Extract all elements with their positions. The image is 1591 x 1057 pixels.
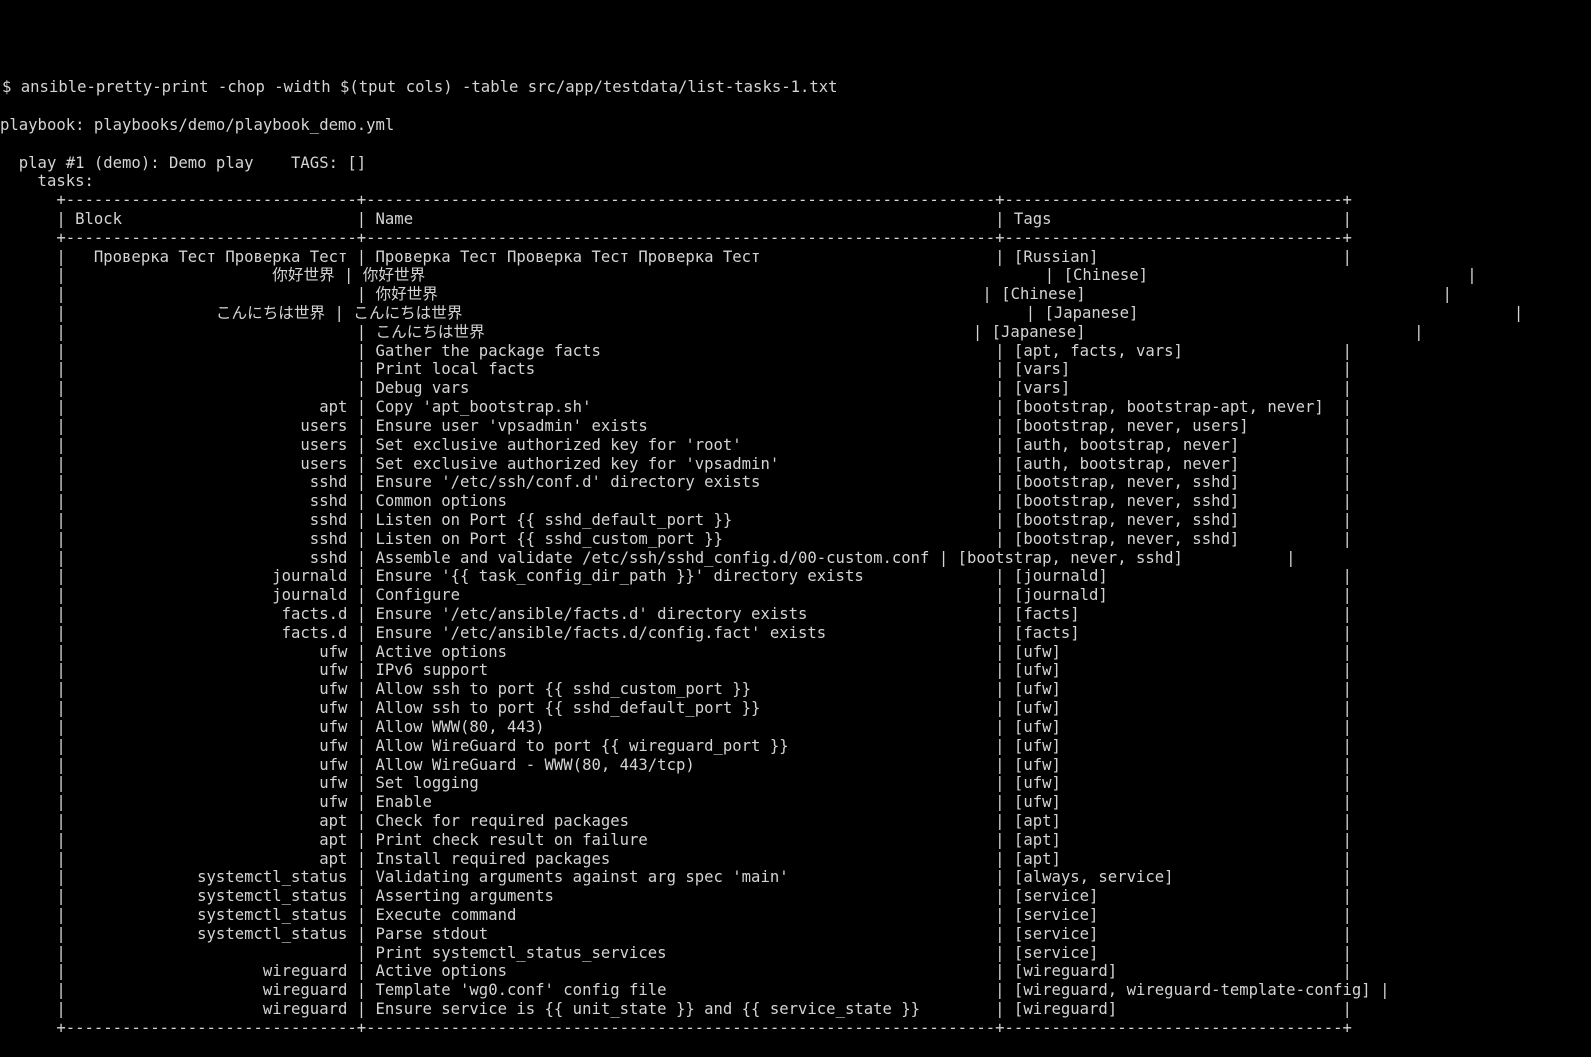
table-row: | systemctl_status | Execute command | [… bbox=[0, 906, 1352, 924]
table-row: | ufw | Enable | [ufw] | bbox=[0, 793, 1352, 812]
table-row: | こんにちは世界 | こんにちは世界 | [Japanese] | bbox=[0, 304, 1524, 322]
table-row: | apt | Check for required packages | [a… bbox=[0, 811, 1352, 830]
table-row: | | Gather the package facts | [apt, fac… bbox=[0, 341, 1352, 360]
table-border-line: +-------------------------------+-------… bbox=[0, 1018, 1352, 1037]
table-row: | users | Set exclusive authorized key f… bbox=[0, 435, 1352, 454]
table-row: | sshd | Ensure '/etc/ssh/conf.d' direct… bbox=[0, 473, 1352, 492]
table-header-row: | Block | Name | Tags | bbox=[0, 209, 1352, 228]
table-row: | | Debug vars | [vars] | bbox=[0, 379, 1352, 398]
table-row: | wireguard | Ensure service is {{ unit_… bbox=[0, 1000, 1352, 1019]
table-row: | systemctl_status | Parse stdout | [ser… bbox=[0, 924, 1352, 943]
table-row: | users | Set exclusive authorized key f… bbox=[0, 454, 1352, 473]
table-row: | facts.d | Ensure '/etc/ansible/facts.d… bbox=[0, 605, 1352, 623]
table-border-line: +-------------------------------+-------… bbox=[0, 228, 1352, 247]
table-row: | sshd | Common options | [bootstrap, ne… bbox=[0, 492, 1352, 511]
table-row: | users | Ensure user 'vpsadmin' exists … bbox=[0, 416, 1352, 435]
table-row: | apt | Copy 'apt_bootstrap.sh' | [boots… bbox=[0, 398, 1352, 417]
table-row: | journald | Configure | [journald] | bbox=[0, 586, 1352, 605]
terminal-text-line: playbook: playbooks/demo/playbook_demo.y… bbox=[0, 115, 395, 134]
table-row: | ufw | Set logging | [ufw] | bbox=[0, 774, 1352, 793]
table-row: | sshd | Assemble and validate /etc/ssh/… bbox=[0, 548, 1296, 567]
terminal-output-area: $ ansible-pretty-print -chop -width $(tp… bbox=[0, 78, 1591, 1037]
table-row: | facts.d | Ensure '/etc/ansible/facts.d… bbox=[0, 623, 1352, 642]
table-border-line: +-------------------------------+-------… bbox=[0, 191, 1352, 210]
table-row: | | Print local facts | [vars] | bbox=[0, 360, 1352, 379]
table-row: | systemctl_status | Validating argument… bbox=[0, 868, 1352, 887]
table-row: | journald | Ensure '{{ task_config_dir_… bbox=[0, 567, 1352, 586]
terminal-text-line: play #1 (demo): Demo play TAGS: [] bbox=[0, 153, 367, 172]
table-row: | apt | Print check result on failure | … bbox=[0, 830, 1352, 849]
table-row: | 你好世界 | 你好世界 | [Chinese] | bbox=[0, 266, 1477, 285]
table-row: | systemctl_status | Asserting arguments… bbox=[0, 887, 1352, 906]
table-row: | apt | Install required packages | [apt… bbox=[0, 849, 1352, 868]
table-row: | wireguard | Template 'wg0.conf' config… bbox=[0, 981, 1390, 1000]
table-row: | ufw | Allow ssh to port {{ sshd_custom… bbox=[0, 680, 1352, 699]
table-row: | wireguard | Active options | [wireguar… bbox=[0, 962, 1352, 981]
table-row: | sshd | Listen on Port {{ sshd_custom_p… bbox=[0, 529, 1352, 548]
terminal-top-padding bbox=[0, 38, 1591, 41]
table-row: | ufw | Allow ssh to port {{ sshd_defaul… bbox=[0, 699, 1352, 718]
terminal-prompt-line: $ ansible-pretty-print -chop -width $(tp… bbox=[2, 78, 838, 97]
table-row: | ufw | IPv6 support | [ufw] | bbox=[0, 661, 1352, 680]
table-row: | ufw | Allow WireGuard - WWW(80, 443/tc… bbox=[0, 755, 1352, 774]
table-row: | Проверка Тест Проверка Тест | Проверка… bbox=[0, 247, 1352, 266]
table-row: | | Print systemctl_status_services | [s… bbox=[0, 943, 1352, 962]
terminal-window[interactable]: $ ansible-pretty-print -chop -width $(tp… bbox=[0, 0, 1591, 1037]
table-row: | | こんにちは世界 | [Japanese] | bbox=[0, 322, 1424, 341]
table-row: | ufw | Allow WireGuard to port {{ wireg… bbox=[0, 736, 1352, 755]
table-row: | ufw | Allow WWW(80, 443) | [ufw] | bbox=[0, 717, 1352, 736]
table-row: | sshd | Listen on Port {{ sshd_default_… bbox=[0, 510, 1352, 529]
table-row: | ufw | Active options | [ufw] | bbox=[0, 642, 1352, 661]
table-row: | | 你好世界 | [Chinese] | bbox=[0, 285, 1452, 304]
terminal-text-line: tasks: bbox=[0, 172, 94, 191]
